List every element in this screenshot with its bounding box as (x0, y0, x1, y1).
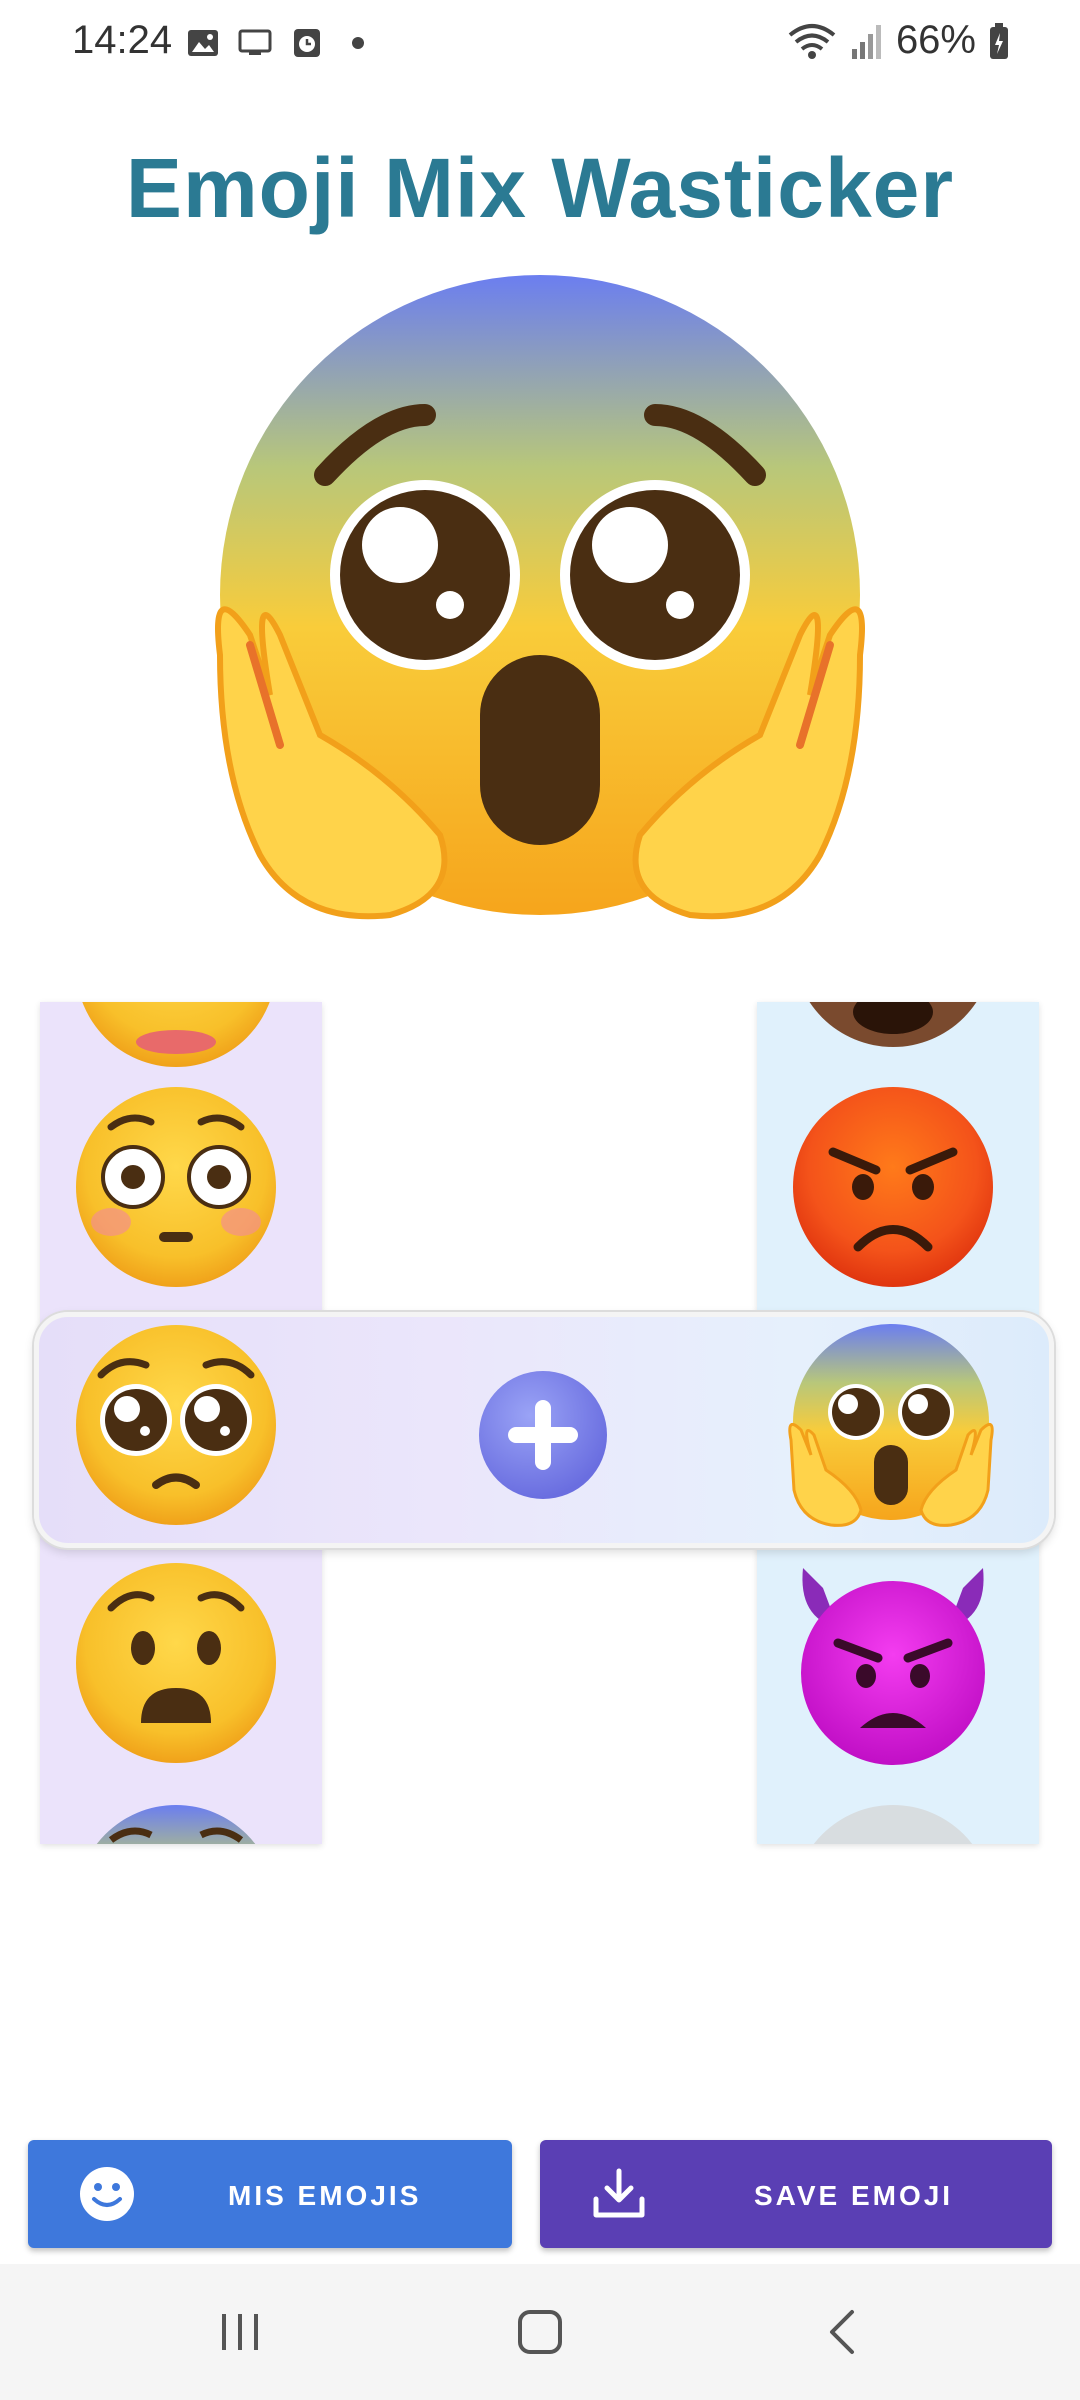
notification-dot-icon (352, 37, 364, 49)
battery-percentage: 66% (895, 18, 976, 62)
home-icon[interactable] (516, 2308, 564, 2356)
status-icons-left (186, 28, 364, 58)
plus-icon[interactable] (476, 1368, 610, 1502)
mis-emojis-button[interactable]: MIS EMOJIS (28, 2140, 512, 2248)
brown-face-emoji-partial[interactable] (788, 1002, 998, 1052)
status-time: 14:24 (72, 18, 173, 62)
gray-face-emoji-partial[interactable] (788, 1800, 998, 1844)
clock-icon (294, 29, 320, 57)
save-emoji-button[interactable]: SAVE EMOJI (540, 2140, 1052, 2248)
screen-icon (238, 29, 272, 55)
status-bar: 14:24 66% (0, 0, 1080, 90)
angry-face-emoji[interactable] (788, 1082, 998, 1292)
mis-emojis-label: MIS EMOJIS (228, 2180, 422, 2211)
anguished-emoji[interactable] (71, 1558, 281, 1768)
selected-left-emoji[interactable] (71, 1320, 281, 1530)
blue-face-emoji-partial[interactable] (71, 1800, 281, 1844)
download-icon (593, 2168, 645, 2218)
selected-right-emoji[interactable] (786, 1320, 996, 1530)
grinning-emoji-partial[interactable] (71, 1002, 281, 1072)
back-icon[interactable] (820, 2308, 868, 2356)
smiley-icon (80, 2167, 134, 2221)
wifi-icon (788, 23, 836, 59)
navigation-bar (0, 2264, 1080, 2400)
smiling-devil-angry-emoji[interactable] (788, 1558, 998, 1768)
save-emoji-label: SAVE EMOJI (754, 2180, 954, 2211)
status-icons-right: 66% (786, 18, 1010, 63)
gallery-icon (188, 30, 218, 56)
recents-icon[interactable] (216, 2308, 264, 2356)
flushed-emoji[interactable] (71, 1082, 281, 1292)
result-emoji (215, 275, 865, 920)
battery-icon (990, 22, 1008, 59)
app-title: Emoji Mix Wasticker (125, 141, 955, 235)
signal-icon (851, 24, 881, 59)
